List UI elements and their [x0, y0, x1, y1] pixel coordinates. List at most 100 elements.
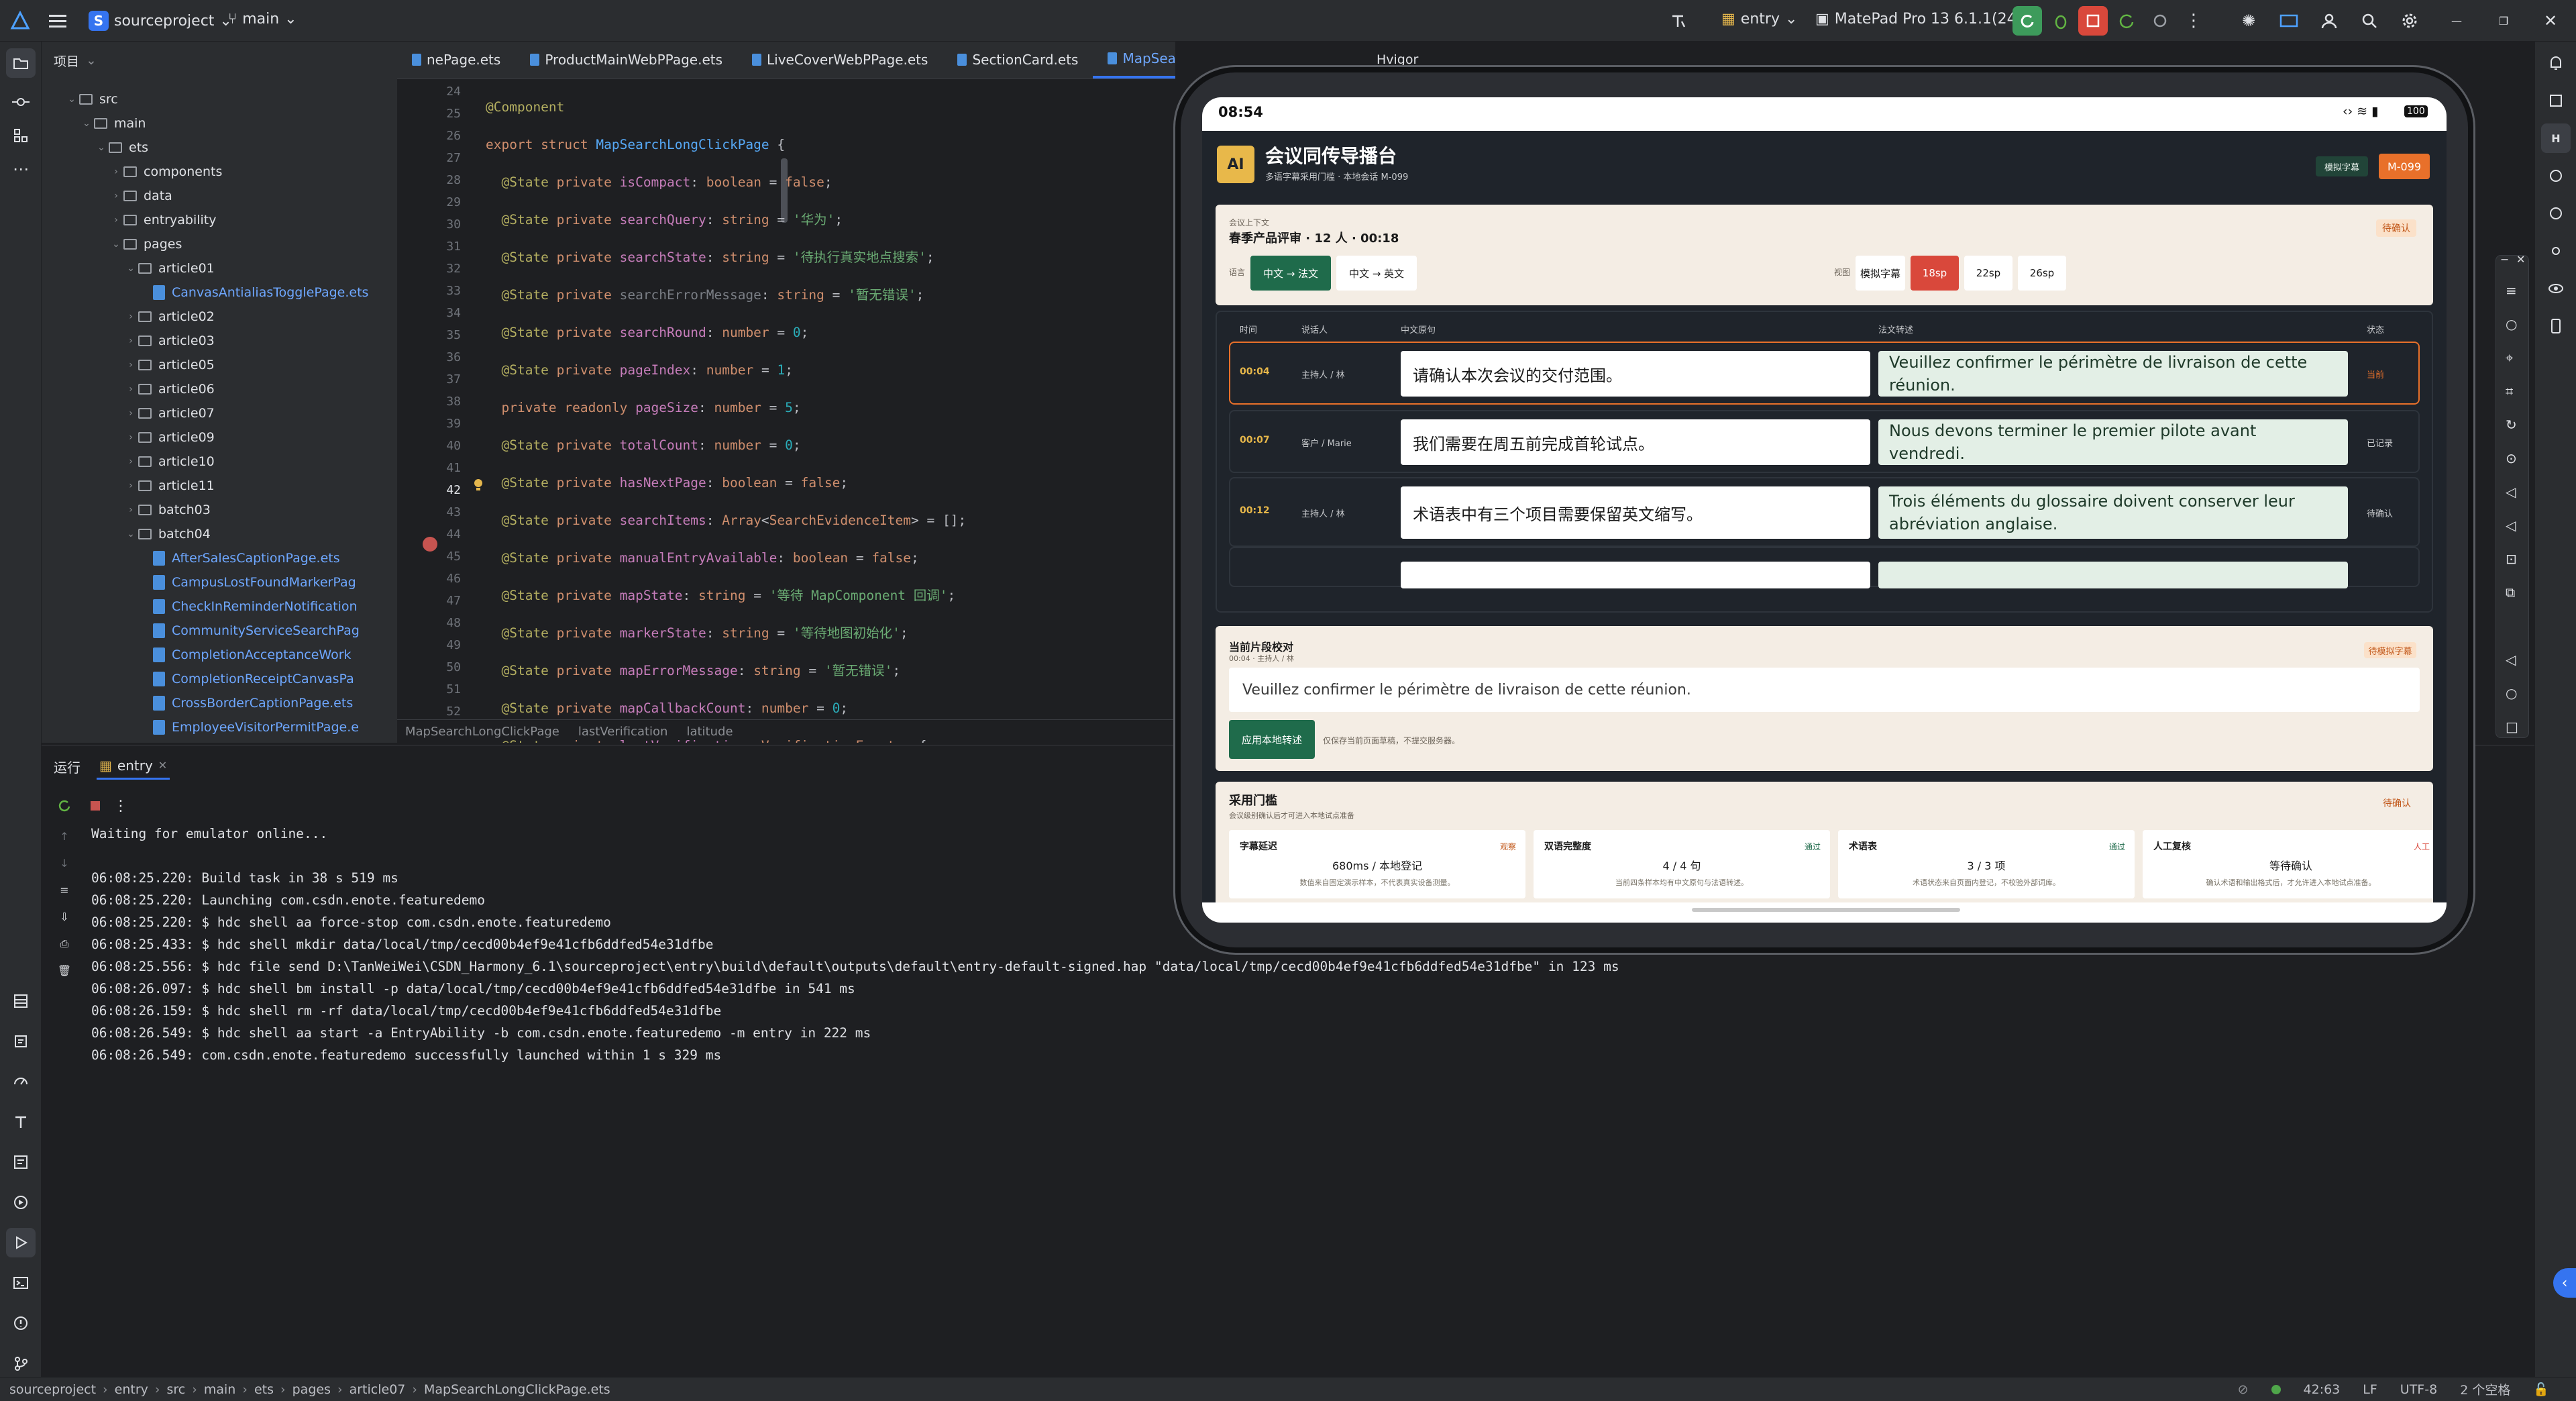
status-path-item[interactable]: entry — [115, 1382, 148, 1397]
tree-item[interactable]: ⌄ ets — [42, 136, 397, 160]
tree-item[interactable]: ⌄ src — [42, 87, 397, 111]
tree-item[interactable]: › article07 — [42, 401, 397, 425]
close-window-icon[interactable]: ✕ — [2536, 6, 2565, 36]
structure-tool-icon[interactable] — [6, 121, 36, 150]
attach-debugger-icon[interactable] — [2145, 6, 2175, 36]
chevron-right-icon[interactable]: › — [123, 360, 138, 370]
row-fr-text[interactable]: Trois éléments du glossaire doivent cons… — [1878, 486, 2348, 539]
status-path-item[interactable]: pages — [292, 1382, 331, 1397]
soft-wrap-icon[interactable]: ≡ — [51, 884, 78, 911]
status-path-item[interactable]: src — [167, 1382, 186, 1397]
log-tool-icon[interactable] — [6, 1027, 36, 1056]
chevron-right-icon[interactable]: › — [123, 384, 138, 395]
inspector-icon[interactable] — [2541, 236, 2571, 266]
tree-item[interactable]: › components — [42, 160, 397, 184]
more-icon[interactable]: ⋮ — [2179, 6, 2208, 36]
chevron-down-icon[interactable]: ⌄ — [109, 239, 123, 250]
debug-icon[interactable] — [2046, 6, 2076, 36]
view-option-22sp[interactable]: 22sp — [1964, 256, 2012, 291]
tree-item[interactable]: › article11 — [42, 474, 397, 498]
editor-tab[interactable]: MapSearchLongClickPage.ets✕ — [1093, 42, 1175, 79]
device-selector[interactable]: ▣ MatePad Pro 13 6.1.1(24) ⌄ — [1815, 11, 2040, 28]
tree-item[interactable]: CanvasAntialiasTogglePage.ets — [42, 280, 397, 305]
chevron-right-icon[interactable]: › — [123, 456, 138, 467]
session-id-chip[interactable]: M-099 — [2379, 154, 2430, 179]
chevron-down-icon[interactable]: ⌄ — [123, 263, 138, 274]
editor-tab[interactable]: ProductMainWebPPage.ets — [515, 42, 737, 79]
maximize-icon[interactable]: ❐ — [2489, 6, 2518, 36]
hvigor-panel-title[interactable]: Hvigor — [1377, 52, 1418, 67]
caption-row[interactable]: 00:12 主持人 / 林 术语表中有三个项目需要保留英文缩写。 Trois élém… — [1229, 477, 2420, 547]
status-path-item[interactable]: main — [204, 1382, 235, 1397]
volume-down-icon[interactable]: ◁ — [2506, 517, 2516, 533]
chevron-right-icon[interactable]: › — [123, 505, 138, 515]
chevron-right-icon[interactable]: › — [123, 408, 138, 419]
emulator-icon[interactable] — [2541, 311, 2571, 341]
view-option-caption[interactable]: 模拟字幕 — [1856, 256, 1905, 291]
previewer-icon[interactable] — [2541, 161, 2571, 191]
layout-tool-icon[interactable] — [6, 986, 36, 1016]
crop-icon[interactable]: ⌗ — [2506, 383, 2513, 399]
database-icon[interactable] — [2541, 86, 2571, 115]
status-path-item[interactable]: sourceproject — [9, 1382, 96, 1397]
editor-tab[interactable]: SectionCard.ets — [943, 42, 1093, 79]
apply-changes-icon[interactable] — [2112, 6, 2141, 36]
editor-tab[interactable]: nePage.ets — [397, 42, 515, 79]
branch-selector[interactable]: ⑂ main ⌄ — [228, 11, 297, 28]
print-icon[interactable]: ⎙ — [51, 937, 78, 964]
back-icon[interactable]: ◁ — [2506, 652, 2516, 668]
view-option-18sp[interactable]: 18sp — [1911, 256, 1959, 291]
chevron-right-icon[interactable]: › — [109, 191, 123, 201]
menu-icon[interactable]: ≡ — [2506, 282, 2517, 299]
tree-item[interactable]: › article06 — [42, 377, 397, 401]
tree-item[interactable]: › data — [42, 184, 397, 208]
status-path-item[interactable]: MapSearchLongClickPage.ets — [424, 1382, 610, 1397]
search-icon[interactable] — [2355, 6, 2384, 36]
gate-card-item[interactable]: 术语表 通过 3 / 3 项术语状态来自页面内登记，不校验外部词库。 — [1838, 830, 2135, 898]
notifications-problems-icon[interactable] — [6, 1308, 36, 1338]
chevron-down-icon[interactable]: ⌄ — [94, 142, 109, 153]
no-problems-icon[interactable]: ⊘ — [2238, 1382, 2249, 1397]
lightbulb-icon[interactable] — [472, 478, 484, 492]
terminal-tool-icon[interactable] — [6, 1268, 36, 1298]
tree-item[interactable]: CheckInReminderNotification — [42, 594, 397, 619]
code-content[interactable]: @Component export struct MapSearchLongCl… — [486, 81, 1163, 743]
apply-translation-button[interactable]: 应用本地转述 — [1229, 720, 1315, 759]
eye-icon[interactable] — [2541, 274, 2571, 303]
breadcrumb-item[interactable]: MapSearchLongClickPage — [405, 725, 559, 739]
breadcrumb-item[interactable]: latitude — [686, 725, 733, 739]
device-manager-icon[interactable] — [2274, 6, 2304, 36]
build-tool-icon[interactable] — [6, 1107, 36, 1137]
location-icon[interactable]: ⊙ — [2506, 450, 2517, 466]
view-option-26sp[interactable]: 26sp — [2018, 256, 2066, 291]
screenshot-icon[interactable]: ⊡ — [2506, 551, 2517, 567]
lang-option-zh-fr[interactable]: 中文 → 法文 — [1250, 256, 1331, 291]
tree-item[interactable]: ⌄ batch04 — [42, 522, 397, 546]
profiler-tool-icon[interactable] — [6, 1067, 36, 1096]
home-icon[interactable]: ○ — [2506, 685, 2517, 701]
close-tab-icon[interactable]: ✕ — [158, 759, 167, 772]
vcs-status-icon[interactable] — [2271, 1384, 2281, 1394]
chevron-right-icon[interactable]: › — [123, 480, 138, 491]
indent-setting[interactable]: 2 个空格 — [2460, 1380, 2510, 1398]
project-panel-header[interactable]: 项目 ⌄ — [42, 42, 397, 79]
chevron-right-icon[interactable]: › — [109, 215, 123, 225]
project-selector[interactable]: S sourceproject ⌄ — [89, 11, 232, 31]
tree-item[interactable]: › batch03 — [42, 498, 397, 522]
chevron-right-icon[interactable]: › — [123, 311, 138, 322]
close-emulator-icon[interactable]: ✕ — [2516, 253, 2525, 266]
run-tool-icon[interactable] — [6, 1228, 36, 1257]
minimize-emulator-icon[interactable]: − — [2500, 253, 2509, 266]
tree-item[interactable]: › entryability — [42, 208, 397, 232]
row-zh-text[interactable]: 请确认本次会议的交付范围。 — [1401, 351, 1870, 397]
chevron-down-icon[interactable]: ⌄ — [79, 118, 94, 129]
file-encoding[interactable]: UTF-8 — [2400, 1382, 2437, 1397]
main-menu-icon[interactable] — [43, 6, 72, 36]
tree-item[interactable]: ⌄ main — [42, 111, 397, 136]
tree-item[interactable]: CompletionReceiptCanvasPa — [42, 667, 397, 691]
chevron-right-icon[interactable]: › — [123, 432, 138, 443]
version-control-icon[interactable] — [6, 1349, 36, 1378]
breadcrumb-item[interactable]: lastVerification — [578, 725, 668, 739]
home-indicator[interactable] — [1692, 908, 1960, 912]
gate-card-item[interactable]: 双语完整度 通过 4 / 4 句当前四条样本均有中文原句与法语转述。 — [1534, 830, 1830, 898]
